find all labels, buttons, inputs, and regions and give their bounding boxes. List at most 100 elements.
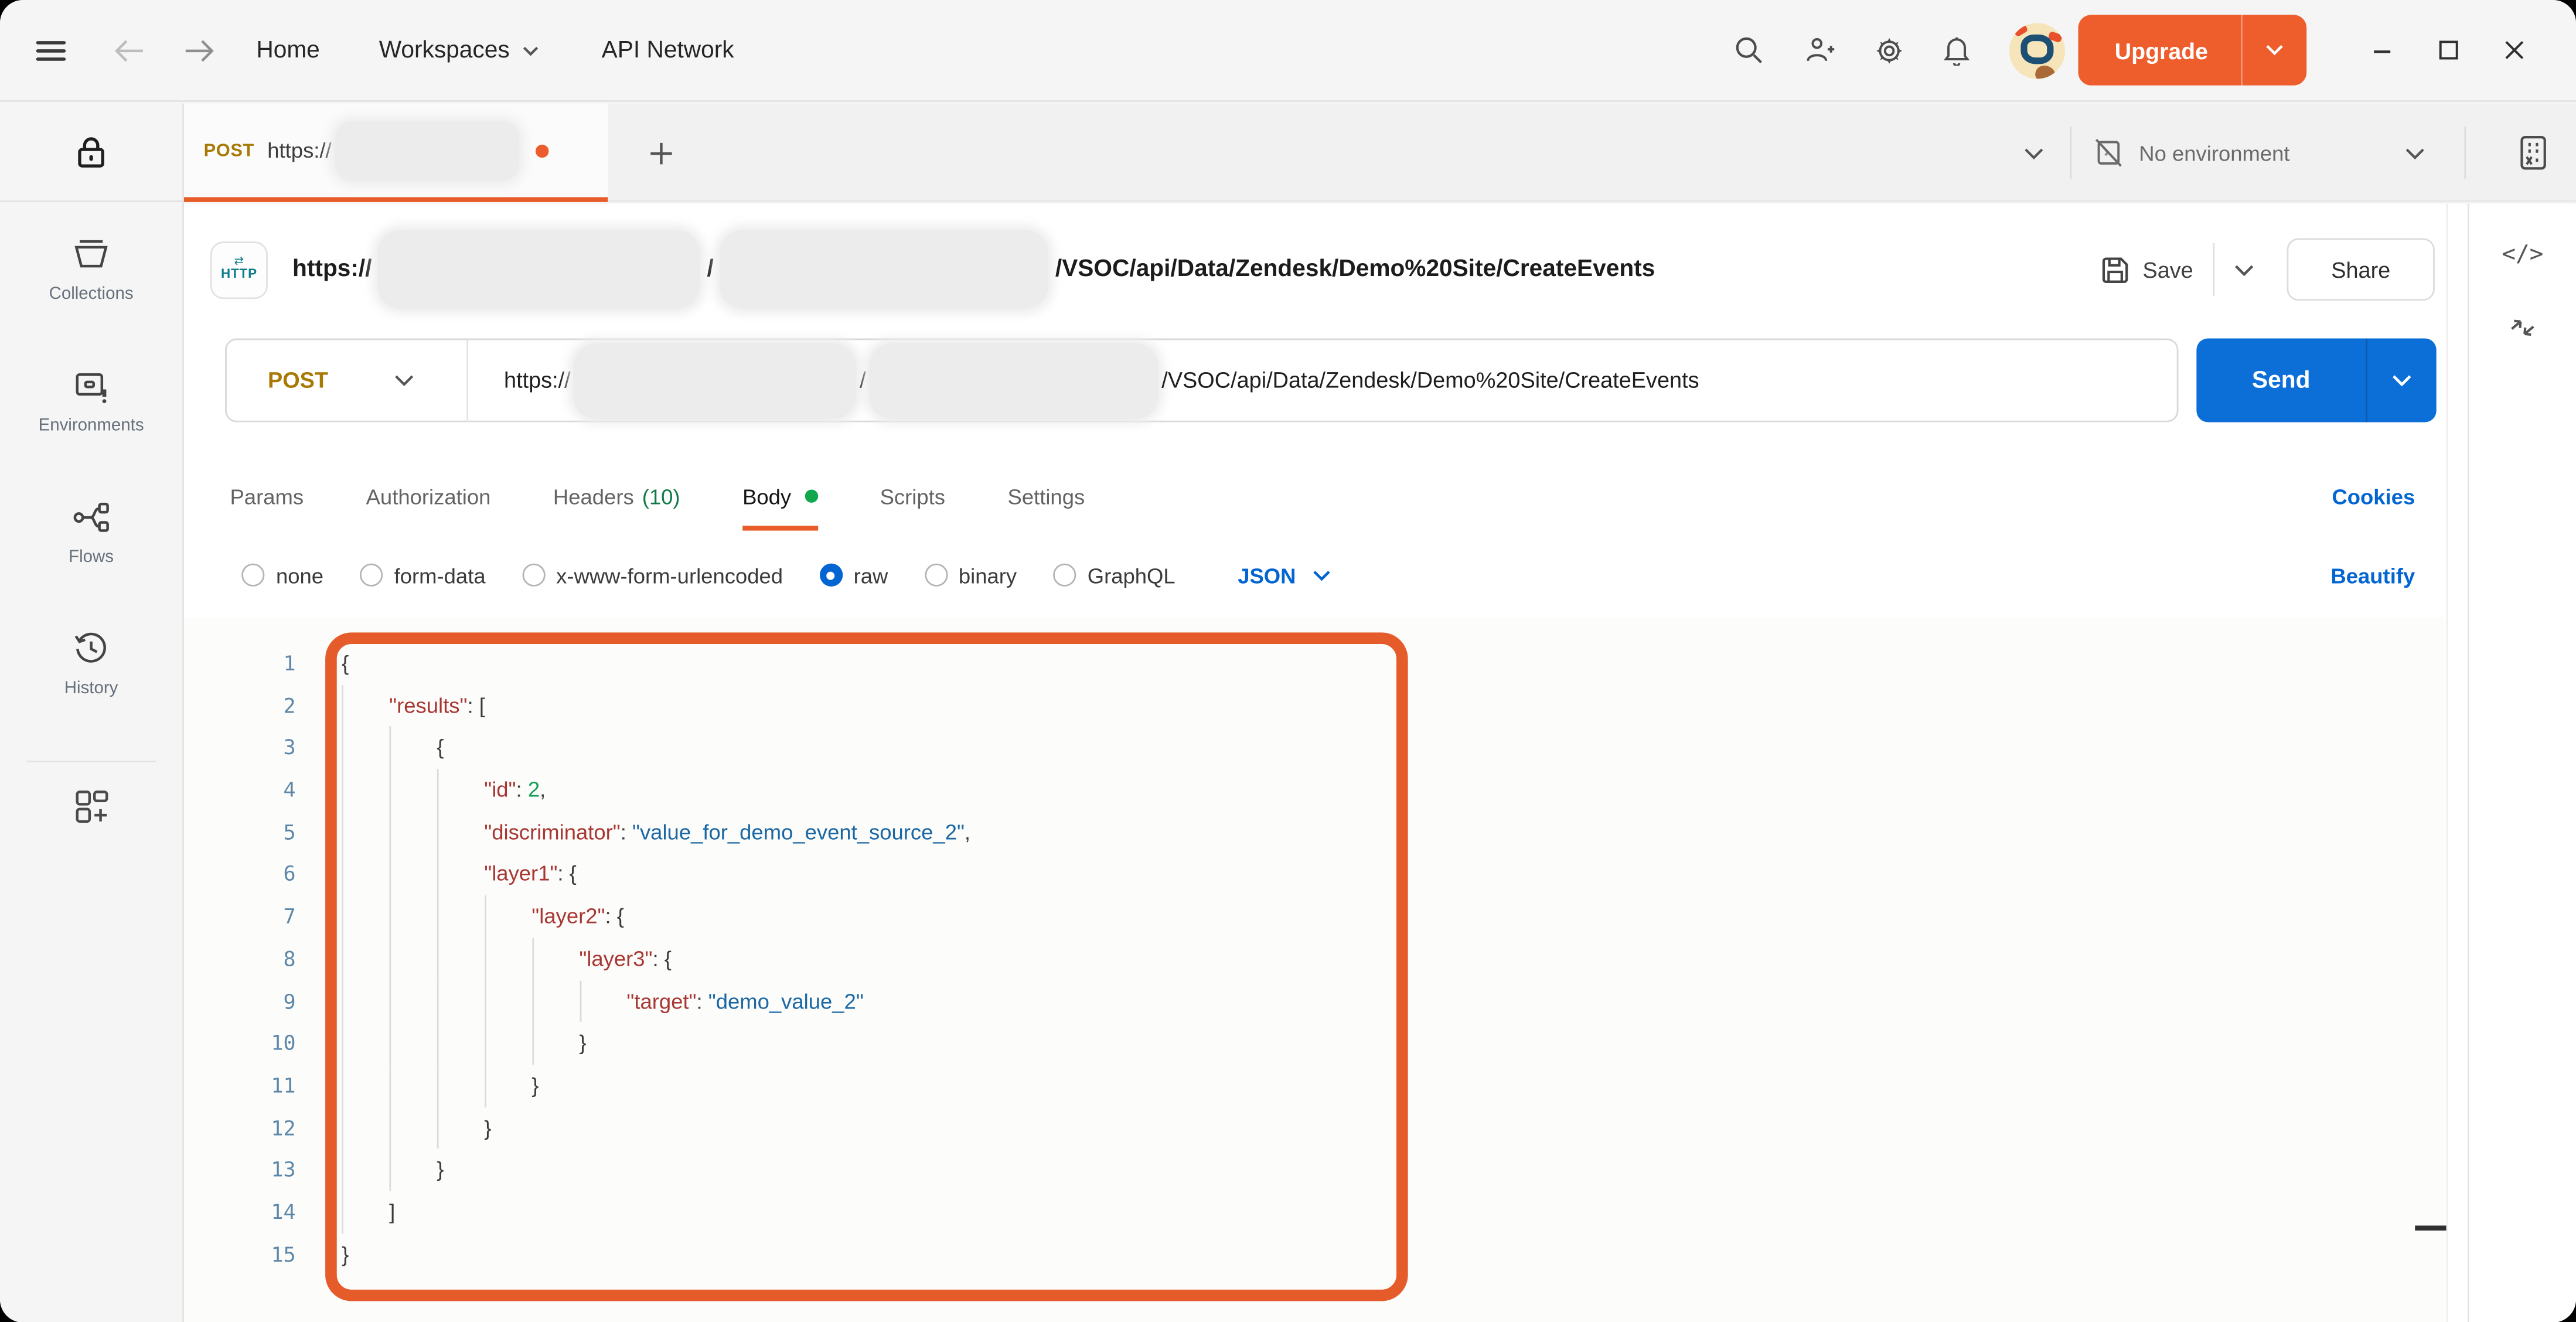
- sidebar-item-collections[interactable]: Collections: [0, 219, 182, 350]
- code-line[interactable]: 9"target": "demo_value_2": [184, 980, 2445, 1022]
- cookies-link[interactable]: Cookies: [2332, 466, 2415, 526]
- tab-overflow-icon[interactable]: [2008, 104, 2060, 202]
- indent-guide: [484, 1064, 531, 1106]
- environment-selector[interactable]: No environment: [2095, 104, 2425, 202]
- indent-guide: [437, 811, 484, 853]
- code-line[interactable]: 2"results": [: [184, 684, 2445, 727]
- nav-api-network[interactable]: API Network: [602, 37, 734, 63]
- body-mode-graphql[interactable]: GraphQL: [1053, 563, 1175, 587]
- back-icon[interactable]: [115, 39, 144, 62]
- nav-home[interactable]: Home: [256, 37, 319, 63]
- chevron-down-icon[interactable]: [2234, 264, 2254, 275]
- body-mode-x-www-form-urlencoded[interactable]: x-www-form-urlencoded: [522, 563, 783, 587]
- sidebar-item-environments[interactable]: Environments: [0, 350, 182, 481]
- indent-guide: [437, 853, 484, 895]
- radio[interactable]: [924, 564, 947, 587]
- tab-headers[interactable]: Headers(10): [553, 466, 680, 526]
- radio[interactable]: [522, 564, 544, 587]
- avatar[interactable]: [2009, 22, 2065, 78]
- postman-window: Home Workspaces API Network: [0, 0, 2576, 1322]
- body-mode-raw[interactable]: raw: [819, 563, 888, 587]
- nav-workspaces[interactable]: Workspaces: [379, 37, 539, 63]
- token-p: }: [437, 1149, 444, 1191]
- token-p: : [: [467, 684, 485, 727]
- tab-label: Body: [742, 484, 791, 509]
- code-content: "id": 2,: [342, 769, 546, 811]
- search-icon[interactable]: [1735, 36, 1763, 64]
- tab-authorization[interactable]: Authorization: [366, 466, 491, 526]
- notifications-bell-icon[interactable]: [1944, 35, 1970, 64]
- request-url-row: POST https:// / /VSOC/api/Data/Zendesk/D…: [184, 339, 2468, 424]
- raw-language-select[interactable]: JSON: [1238, 563, 1330, 587]
- indent-guide: [389, 938, 437, 980]
- code-line[interactable]: 8"layer3": {: [184, 938, 2445, 980]
- code-line[interactable]: 12}: [184, 1106, 2445, 1149]
- code-content: {: [342, 642, 349, 684]
- method-select[interactable]: POST: [268, 368, 328, 393]
- minimize-icon[interactable]: [2349, 39, 2415, 62]
- close-icon[interactable]: [2480, 39, 2546, 60]
- body-mode-binary[interactable]: binary: [924, 563, 1017, 587]
- upgrade-button[interactable]: Upgrade: [2078, 15, 2306, 86]
- redacted-host: [379, 230, 700, 309]
- unsaved-dot: [535, 144, 548, 156]
- tab-params[interactable]: Params: [230, 466, 304, 526]
- code-line[interactable]: 1{: [184, 642, 2445, 684]
- beautify-link[interactable]: Beautify: [2330, 547, 2415, 603]
- body-mode-form-data[interactable]: form-data: [360, 563, 486, 587]
- code-snippet-icon[interactable]: </>: [2469, 217, 2576, 291]
- sidebar-item-flows[interactable]: Flows: [0, 481, 182, 612]
- indent-guide: [484, 980, 531, 1022]
- code-line[interactable]: 7"layer2": {: [184, 895, 2445, 938]
- code-line[interactable]: 15}: [184, 1233, 2445, 1275]
- sidebar-item-history[interactable]: History: [0, 613, 182, 744]
- code-editor-lines: 1{2"results": [3{4 "id": 2,5"discriminato…: [184, 642, 2445, 1275]
- invite-user-icon[interactable]: [1806, 36, 1835, 64]
- code-line[interactable]: 13}: [184, 1149, 2445, 1191]
- url-path: /VSOC/api/Data/Zendesk/Demo%20Site/Creat…: [1055, 256, 1655, 282]
- send-button[interactable]: Send: [2196, 339, 2436, 423]
- sidebar-item-label: Collections: [49, 284, 134, 304]
- url-input[interactable]: POST https:// / /VSOC/api/Data/Zendesk/D…: [225, 339, 2178, 423]
- chevron-down-icon[interactable]: [394, 374, 414, 386]
- radio[interactable]: [360, 564, 383, 587]
- lock-icon[interactable]: [0, 104, 182, 202]
- indent-guide: [389, 1064, 437, 1106]
- menu-icon[interactable]: [36, 40, 66, 60]
- add-tab-icon[interactable]: [631, 104, 690, 202]
- line-number: 8: [184, 938, 296, 980]
- code-line[interactable]: 6"layer1": {: [184, 853, 2445, 895]
- body-editor[interactable]: 1{2"results": [3{4 "id": 2,5"discriminato…: [184, 618, 2445, 1322]
- forward-icon[interactable]: [184, 39, 213, 62]
- code-line[interactable]: 14]: [184, 1191, 2445, 1233]
- tab-label: Headers: [553, 484, 634, 509]
- upgrade-label: Upgrade: [2078, 37, 2241, 63]
- share-button[interactable]: Share: [2287, 238, 2435, 301]
- body-mode-none[interactable]: none: [241, 563, 323, 587]
- environment-quick-look-icon[interactable]: [2497, 104, 2569, 202]
- swap-panes-icon[interactable]: [2469, 291, 2576, 364]
- maximize-icon[interactable]: [2415, 39, 2480, 60]
- new-workspace-icon[interactable]: [0, 789, 182, 825]
- code-line[interactable]: 11}: [184, 1064, 2445, 1106]
- chevron-down-icon[interactable]: [2367, 374, 2437, 386]
- tab-body[interactable]: Body: [742, 466, 817, 526]
- tab-label: Scripts: [880, 484, 945, 509]
- redacted-segment: [869, 343, 1158, 418]
- code-line[interactable]: 10}: [184, 1022, 2445, 1064]
- save-button[interactable]: Save: [2088, 255, 2193, 284]
- settings-gear-icon[interactable]: [1875, 35, 1904, 64]
- line-number: 4: [184, 769, 296, 811]
- radio[interactable]: [241, 564, 264, 587]
- tab-settings[interactable]: Settings: [1008, 466, 1085, 526]
- code-line[interactable]: 3{: [184, 727, 2445, 769]
- code-line[interactable]: 5"discriminator": "value_for_demo_event_…: [184, 811, 2445, 853]
- radio-selected[interactable]: [819, 564, 842, 587]
- request-tab[interactable]: POST https://: [184, 104, 608, 202]
- scrollbar-thumb[interactable]: [2415, 1225, 2446, 1230]
- radio[interactable]: [1053, 564, 1076, 587]
- code-line[interactable]: 4 "id": 2,: [184, 769, 2445, 811]
- divider: [466, 339, 468, 421]
- chevron-down-icon[interactable]: [2243, 45, 2306, 56]
- tab-scripts[interactable]: Scripts: [880, 466, 945, 526]
